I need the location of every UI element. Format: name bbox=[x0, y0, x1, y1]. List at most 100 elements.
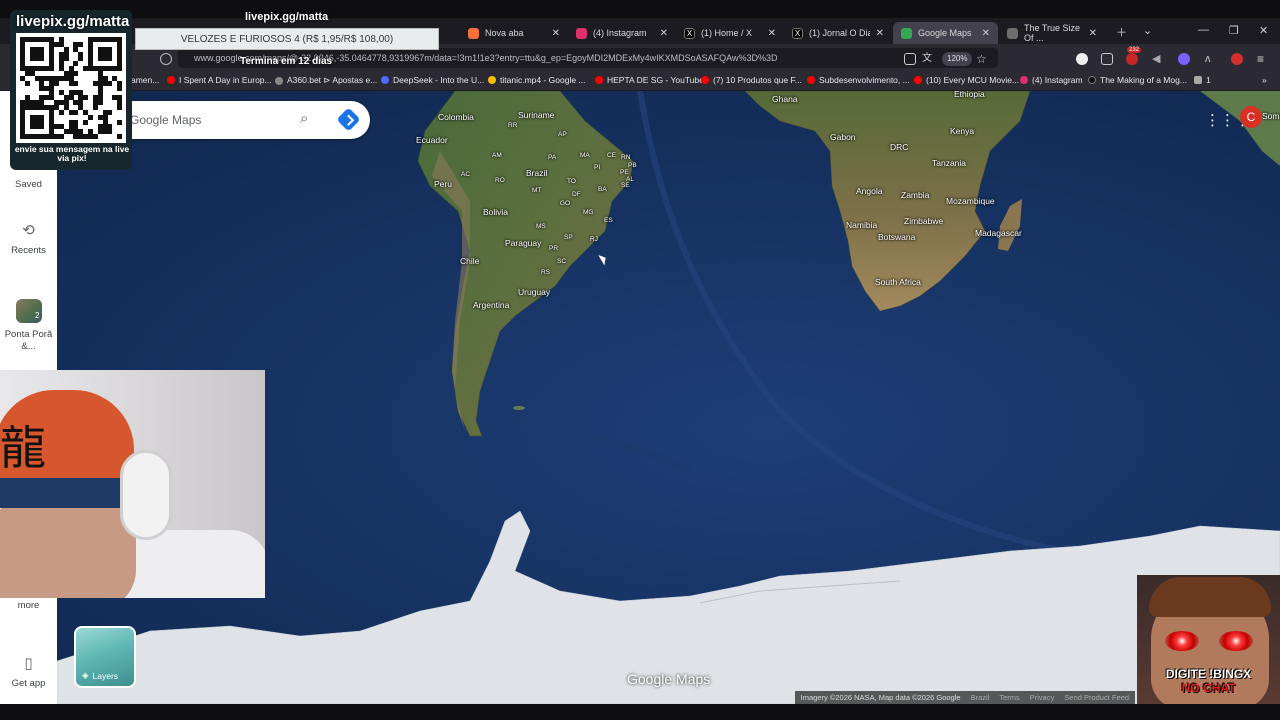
search-icon[interactable]: ⌕ bbox=[300, 110, 308, 127]
youtube-icon bbox=[807, 76, 815, 84]
tab-jornal-o-dia[interactable]: X (1) Jornal O Dia on X ✕ bbox=[784, 22, 892, 44]
tab-label: Nova aba bbox=[485, 28, 524, 38]
tab-label: (4) Instagram bbox=[593, 28, 647, 38]
tab-true-size[interactable]: The True Size Of ... ✕ bbox=[999, 22, 1105, 44]
restore-icon[interactable]: ❐ bbox=[1229, 24, 1239, 37]
privacy-link[interactable]: Privacy bbox=[1030, 693, 1055, 702]
bookmark-item[interactable]: A360.bet ⊳ Apostas e... bbox=[275, 75, 377, 86]
youtube-icon bbox=[595, 76, 603, 84]
extension-a-icon[interactable]: ʌ bbox=[1205, 53, 1217, 65]
get-app-button[interactable]: ▯ Get app bbox=[0, 654, 57, 689]
qr-module bbox=[83, 119, 89, 125]
guest-cta-line1: DIGITE !BINGX bbox=[1165, 667, 1252, 681]
bookmark-item[interactable]: HEPTA DE SG - YouTube bbox=[595, 75, 704, 85]
recents-button[interactable]: ⟲ Recents bbox=[0, 221, 57, 256]
instagram-icon bbox=[576, 27, 587, 39]
bookmark-item[interactable]: amen... bbox=[131, 75, 159, 85]
extension-puzzle-icon[interactable] bbox=[1101, 53, 1113, 65]
south-america-landmass bbox=[417, 91, 634, 437]
extension-g-icon[interactable] bbox=[1076, 53, 1088, 65]
translate-icon[interactable]: 文 bbox=[922, 53, 934, 65]
tab-nova-aba[interactable]: Nova aba ✕ bbox=[460, 22, 568, 44]
layers-button[interactable]: ◈ Layers bbox=[74, 626, 136, 688]
directions-icon[interactable] bbox=[336, 107, 361, 132]
tab-instagram[interactable]: (4) Instagram ✕ bbox=[568, 22, 676, 44]
qr-module bbox=[54, 80, 59, 86]
qr-module bbox=[107, 109, 113, 115]
terms-link[interactable]: Terms bbox=[999, 693, 1019, 702]
tab-home-x[interactable]: X (1) Home / X ✕ bbox=[676, 22, 784, 44]
map-label: PE bbox=[620, 169, 629, 176]
minimize-icon[interactable]: — bbox=[1198, 24, 1209, 36]
qr-module bbox=[92, 105, 98, 110]
map-label: RS bbox=[541, 269, 551, 276]
close-icon[interactable]: ✕ bbox=[876, 28, 884, 39]
map-label: PB bbox=[628, 162, 637, 169]
laser-eye-icon bbox=[1165, 631, 1199, 651]
shield-icon[interactable] bbox=[160, 53, 172, 65]
qr-module bbox=[117, 85, 123, 91]
speaker-icon[interactable]: ◀ bbox=[1152, 53, 1164, 65]
map-label: Uruguay bbox=[518, 287, 551, 297]
bookmark-star-icon[interactable]: ☆ bbox=[976, 53, 988, 65]
adblock-icon[interactable] bbox=[1231, 53, 1243, 65]
tab-google-maps[interactable]: Google Maps ✕ bbox=[893, 22, 998, 44]
qr-module bbox=[24, 80, 30, 86]
map-label: Paraguay bbox=[505, 238, 542, 248]
menu-icon[interactable]: ≡ bbox=[1257, 53, 1269, 65]
notification-icon[interactable] bbox=[1126, 53, 1138, 65]
new-tab-icon[interactable]: ＋ bbox=[1116, 24, 1127, 40]
bookmark-label: I Spent A Day in Europ... bbox=[179, 75, 272, 85]
qr-module bbox=[63, 56, 69, 62]
bookmark-item[interactable]: (4) Instagram bbox=[1020, 75, 1083, 85]
close-icon[interactable]: ✕ bbox=[552, 28, 560, 39]
map-label: Zambia bbox=[901, 190, 930, 200]
qr-module bbox=[73, 61, 79, 67]
more-bookmarks-icon[interactable]: » bbox=[1262, 75, 1267, 85]
falklands bbox=[513, 406, 525, 410]
window-close-icon[interactable]: ✕ bbox=[1259, 24, 1268, 37]
bookmark-folder[interactable]: 1 bbox=[1194, 75, 1211, 85]
more-button[interactable]: more bbox=[0, 600, 57, 611]
maps-icon bbox=[901, 27, 912, 39]
zoom-level[interactable]: 120% bbox=[942, 52, 973, 66]
map-label: Namibia bbox=[846, 220, 878, 230]
recent-place-button[interactable]: 2 Ponta Porã &... bbox=[0, 299, 57, 353]
map-label: MA bbox=[580, 152, 590, 159]
bookmark-item[interactable]: titanic.mp4 - Google ... bbox=[488, 75, 586, 85]
tab-list-icon[interactable]: ⌄ bbox=[1143, 24, 1152, 37]
qr-module bbox=[39, 124, 45, 130]
maps-search-box[interactable]: Google Maps ⌕ bbox=[126, 101, 370, 139]
feedback-link[interactable]: Send Product Feed bbox=[1064, 693, 1129, 702]
bookmark-label: Subdesenvolvimento, ... bbox=[819, 75, 910, 85]
map-label: Mozambique bbox=[946, 196, 995, 206]
close-icon[interactable]: ✕ bbox=[1089, 28, 1097, 39]
region-link[interactable]: Brazil bbox=[971, 693, 990, 702]
close-icon[interactable]: ✕ bbox=[982, 28, 990, 39]
bookmark-item[interactable]: The Making of a Mog... bbox=[1088, 75, 1187, 85]
site-icon bbox=[275, 76, 283, 85]
saved-button[interactable]: Saved bbox=[0, 179, 57, 190]
map-label: Bolivia bbox=[483, 207, 509, 217]
search-input[interactable]: Google Maps bbox=[130, 113, 201, 127]
screen: Nova aba ✕ (4) Instagram ✕ X (1) Home / … bbox=[0, 0, 1280, 720]
map-label: TO bbox=[567, 178, 576, 185]
recents-label: Recents bbox=[11, 245, 46, 256]
bookmark-item[interactable]: I Spent A Day in Europ... bbox=[167, 75, 272, 85]
bookmark-item[interactable]: Subdesenvolvimento, ... bbox=[807, 75, 910, 85]
close-icon[interactable]: ✕ bbox=[768, 28, 776, 39]
map-label: RO bbox=[495, 177, 505, 184]
map-label: AM bbox=[492, 152, 502, 159]
reader-view-icon[interactable] bbox=[904, 53, 916, 65]
site-icon bbox=[1088, 76, 1096, 84]
close-icon[interactable]: ✕ bbox=[660, 28, 668, 39]
webcam-headset bbox=[120, 450, 172, 540]
madagascar-landmass bbox=[998, 199, 1022, 251]
bookmark-item[interactable]: (7) 10 Produtos que F... bbox=[701, 75, 802, 85]
bookmark-item[interactable]: DeepSeek - Into the U... bbox=[381, 75, 484, 85]
webcam-cap-brim bbox=[0, 478, 140, 508]
qr-module bbox=[92, 134, 98, 140]
extension-purple-icon[interactable] bbox=[1178, 53, 1190, 65]
bookmark-item[interactable]: (10) Every MCU Movie... bbox=[914, 75, 1019, 85]
account-avatar[interactable]: C bbox=[1240, 106, 1262, 128]
